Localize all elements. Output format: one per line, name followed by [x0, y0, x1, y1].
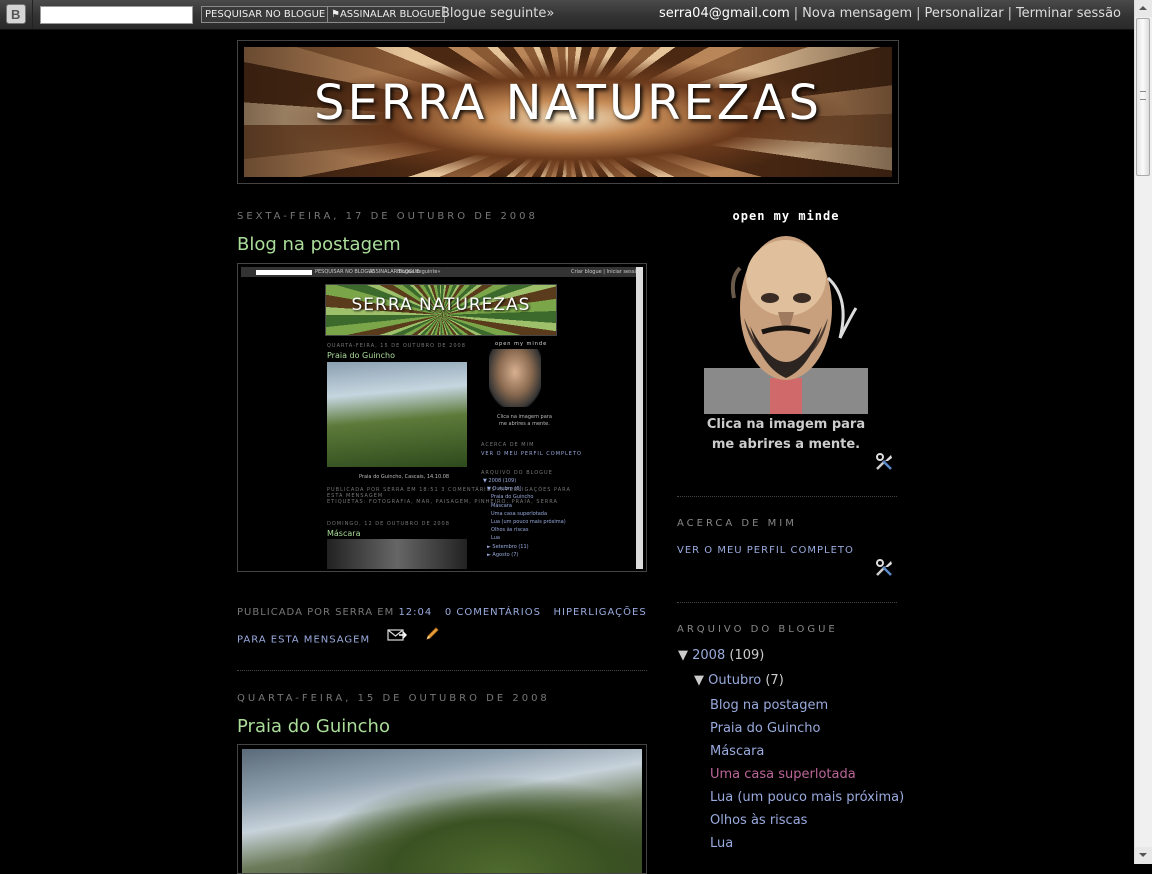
mini-archive-item: ▼ Outubro (6) — [487, 486, 522, 493]
profile-image-caption: Clica na imagem para me abrires a mente. — [700, 415, 872, 455]
next-blog-link[interactable]: Blogue seguinte» — [441, 6, 554, 21]
mini-archive-item: ► Setembro (11) — [487, 543, 529, 550]
archive-year-count: (109) — [729, 648, 765, 663]
mini-archive-item: ► Agosto (7) — [487, 551, 519, 558]
archive-post-link[interactable]: Praia do Guincho — [710, 721, 820, 736]
caption-line-2: me abrires a mente. — [711, 437, 861, 452]
edit-widget-tools-icon[interactable] — [874, 558, 894, 578]
blog-search-input[interactable] — [40, 6, 193, 24]
mini-archive-item: Lua — [491, 535, 500, 542]
archive-month-outubro[interactable]: ▼ Outubro (7) — [694, 673, 784, 688]
mini-archive-list: ▼ 2008 (109) ▼ Outubro (6) Praia do Guin… — [483, 477, 566, 559]
archive-post-link[interactable]: Uma casa superlotada — [710, 767, 856, 782]
mini-archive-item: Uma casa superlotada — [491, 510, 548, 517]
post-screenshot-image[interactable]: PESQUISAR NO BLOGUE ASSINALAR BLOGUE Blo… — [237, 263, 647, 572]
profile-illustration-image[interactable]: open my minde — [700, 208, 872, 418]
beach-photo — [242, 749, 642, 873]
archive-post-link[interactable]: Lua — [710, 836, 733, 851]
mini-archive-item: Lua (um pouco mais próxima) — [491, 519, 566, 526]
email-post-icon[interactable] — [387, 627, 407, 653]
edit-post-pencil-icon[interactable] — [424, 626, 440, 653]
mini-archive-heading: ARQUIVO DO BLOGUE — [481, 470, 553, 476]
post-time-link[interactable]: 12:04 — [398, 607, 432, 618]
published-by-label: PUBLICADA POR SERRA EM — [237, 607, 395, 618]
archive-post-link[interactable]: Máscara — [710, 744, 764, 759]
mini-beach-photo — [327, 362, 467, 467]
archive-year-2008[interactable]: ▼ 2008 (109) — [678, 648, 764, 663]
navbar-user-links: serra04@gmail.com | Nova mensagem | Personal… — [658, 6, 1121, 21]
archive-post-link[interactable]: Blog na postagem — [710, 698, 828, 713]
post-date-header: SEXTA-FEIRA, 17 DE OUTUBRO DE 2008 — [237, 211, 538, 222]
scrollbar-thumb[interactable] — [1136, 18, 1150, 176]
view-full-profile-link[interactable]: VER O MEU PERFIL COMPLETO — [677, 545, 854, 556]
sign-out-link[interactable]: Terminar sessão — [1016, 6, 1121, 21]
mini-next-blog: Blogue seguinte» — [397, 269, 441, 275]
mini-right-links: Criar blogue | Iniciar sessão — [571, 269, 641, 275]
archive-month-label[interactable]: Outubro — [708, 673, 761, 688]
sidebar-divider — [677, 602, 897, 603]
comments-link[interactable]: 0 COMENTÁRIOS — [445, 607, 541, 618]
navbar-divider — [32, 0, 33, 29]
mini-scrollbar — [636, 267, 643, 569]
collapse-triangle-icon[interactable]: ▼ — [678, 648, 688, 663]
archive-post-link[interactable]: Olhos às riscas — [710, 813, 807, 828]
header-banner-image[interactable]: SERRA NATUREZAS — [244, 47, 892, 177]
caption-line-1: Clica na imagem para — [706, 417, 866, 432]
mini-date-2: DOMINGO, 12 DE OUTUBRO DE 2008 — [327, 521, 450, 527]
mini-archive-item: Praia do Guincho — [491, 494, 534, 501]
mini-blog-title: SERRA NATUREZAS — [351, 295, 531, 315]
archive-post-link[interactable]: Lua (um pouco mais próxima) — [710, 790, 904, 805]
sidebar-divider — [677, 496, 897, 497]
scroll-up-arrow-icon[interactable] — [1135, 0, 1152, 17]
post-title[interactable]: Blog na postagem — [237, 234, 401, 255]
blogger-logo-icon[interactable]: B — [6, 4, 26, 24]
blog-header: SERRA NATUREZAS — [237, 40, 899, 184]
archive-month-count: (7) — [765, 673, 784, 688]
mini-open-my-minde: open my minde — [495, 341, 548, 347]
blog-archive-heading: ARQUIVO DO BLOGUE — [677, 624, 838, 635]
customize-link[interactable]: Personalizar — [925, 6, 1004, 21]
flag-blog-label: ASSINALAR BLOGUE — [339, 9, 441, 20]
scroll-down-arrow-icon[interactable] — [1135, 847, 1152, 864]
blogger-navbar: B PESQUISAR NO BLOGUE ⚑ASSINALAR BLOGUE … — [0, 0, 1135, 30]
mini-caption-line-2: me abrires a mente. — [499, 421, 550, 427]
blog-title[interactable]: SERRA NATUREZAS — [244, 75, 892, 131]
mini-profile-image — [489, 349, 541, 407]
mini-mask-photo — [327, 539, 467, 569]
post-photo-frame[interactable] — [237, 744, 647, 874]
mini-archive-item: ▼ 2008 (109) — [483, 478, 517, 484]
mini-search-box — [256, 270, 312, 275]
mini-archive-item: Máscara — [491, 502, 512, 509]
open-my-minde-title: open my minde — [733, 209, 840, 223]
mini-date-1: QUARTA-FEIRA, 15 DE OUTUBRO DE 2008 — [327, 343, 466, 349]
post-footer: PUBLICADA POR SERRA EM 12:04 0 COMENTÁRI… — [237, 600, 647, 654]
mini-about-heading: ACERCA DE MIM — [481, 442, 535, 448]
post-title[interactable]: Praia do Guincho — [237, 716, 390, 737]
flag-icon: ⚑ — [331, 9, 340, 20]
post-divider — [237, 670, 647, 671]
flag-blog-button[interactable]: ⚑ASSINALAR BLOGUE — [327, 6, 445, 23]
mini-caption: Praia do Guincho, Cascais, 14.10.08 — [359, 474, 450, 480]
post-date-header: QUARTA-FEIRA, 15 DE OUTUBRO DE 2008 — [237, 693, 550, 704]
mini-search-button: PESQUISAR NO BLOGUE — [315, 269, 376, 275]
search-blog-button[interactable]: PESQUISAR NO BLOGUE — [201, 6, 330, 23]
mini-archive-item: Olhos às riscas — [491, 527, 529, 534]
mini-header-banner: SERRA NATUREZAS — [325, 284, 557, 336]
new-post-link[interactable]: Nova mensagem — [802, 6, 912, 21]
mini-profile-link: VER O MEU PERFIL COMPLETO — [481, 451, 582, 457]
user-email: serra04@gmail.com — [658, 6, 790, 21]
blog-screenshot-thumbnail: PESQUISAR NO BLOGUE ASSINALAR BLOGUE Blo… — [241, 267, 643, 569]
edit-widget-tools-icon[interactable] — [874, 452, 894, 472]
mini-post-title-2: Máscara — [327, 529, 361, 538]
about-me-heading: ACERCA DE MIM — [677, 518, 797, 529]
archive-year-label[interactable]: 2008 — [692, 648, 725, 663]
collapse-triangle-icon[interactable]: ▼ — [694, 673, 704, 688]
mini-post-title-1: Praia do Guincho — [327, 351, 395, 360]
vertical-scrollbar[interactable] — [1134, 0, 1152, 864]
mini-caption-line-1: Clica na imagem para — [497, 414, 552, 420]
